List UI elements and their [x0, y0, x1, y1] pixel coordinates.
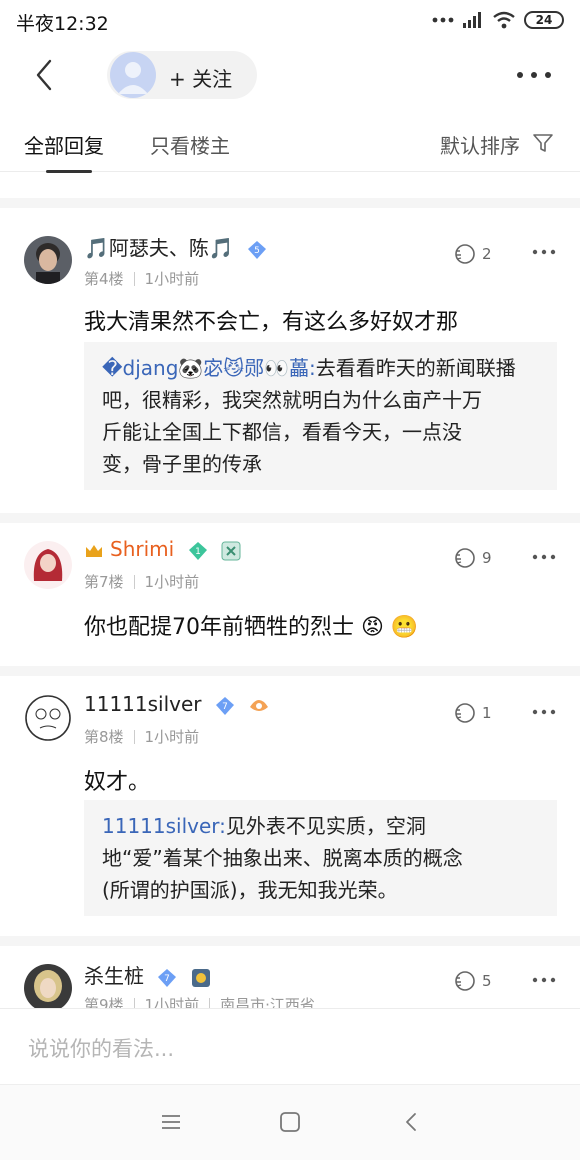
- home-icon[interactable]: [279, 1111, 301, 1133]
- like-count: 2: [482, 245, 492, 263]
- section-divider: [0, 666, 580, 676]
- post-time: 1小时前: [144, 996, 200, 1008]
- comment-item: Shrimi 1 第7楼 1小时前 9 你也配提70年前牺牲的烈士 😡 😬: [0, 523, 580, 666]
- floor-number: 第9楼: [84, 996, 124, 1008]
- crown-icon: [86, 544, 102, 557]
- floor-number: 第7楼: [84, 573, 124, 591]
- battery-icon: 24: [524, 11, 564, 29]
- like-count: 1: [482, 704, 492, 722]
- filter-icon[interactable]: [532, 132, 554, 154]
- status-time: 半夜12:32: [16, 13, 109, 35]
- svg-text:7: 7: [222, 702, 228, 712]
- comment-more-icon[interactable]: [532, 708, 556, 716]
- more-dots-status-icon: [432, 17, 454, 23]
- like-icon: [455, 244, 475, 264]
- level-badge-icon: 7: [215, 696, 234, 715]
- back-nav-icon[interactable]: [400, 1111, 422, 1133]
- section-divider: [0, 936, 580, 946]
- quoted-username[interactable]: 11111silver:: [102, 814, 226, 838]
- top-nav: + 关注: [0, 45, 580, 105]
- like-button[interactable]: 5: [452, 970, 492, 992]
- like-button[interactable]: 1: [452, 702, 492, 724]
- quoted-reply[interactable]: �djang🐼宓😼郧👀藟:去看看昨天的新闻联播 吧，很精彩，我突然就明白为什么亩…: [84, 342, 557, 490]
- like-count: 9: [482, 549, 492, 567]
- like-icon: [455, 971, 475, 991]
- like-button[interactable]: 2: [452, 243, 492, 265]
- tab-owner-only[interactable]: 只看楼主: [150, 130, 230, 159]
- post-time: 1小时前: [144, 728, 200, 746]
- comment-item: 11111silver 7 第8楼 1小时前 1 奴才。 11111silver:…: [0, 676, 580, 936]
- username[interactable]: 杀生桩 7: [84, 960, 211, 989]
- comment-item: 🎵阿瑟夫、陈🎵 5 第4楼 1小时前 2 我大清果然不会亡，有这么多好奴才那 �d…: [0, 208, 580, 513]
- svg-text:1: 1: [195, 547, 201, 557]
- level-badge-icon: 1: [188, 541, 207, 560]
- comment-more-icon[interactable]: [532, 553, 556, 561]
- svg-text:5: 5: [254, 246, 260, 256]
- user-avatar: [110, 52, 156, 98]
- floor-number: 第4楼: [84, 270, 124, 288]
- like-button[interactable]: 9: [452, 547, 492, 569]
- like-icon: [455, 703, 475, 723]
- post-time: 1小时前: [144, 270, 200, 288]
- comment-meta: 第9楼 1小时前 南昌市·江西省: [84, 994, 315, 1008]
- username[interactable]: Shrimi 1: [84, 537, 241, 561]
- comment-text: 你也配提70年前牺牲的烈士 😡 😬: [84, 615, 419, 640]
- quoted-reply[interactable]: 11111silver:见外表不见实质，空洞 地“爱”着某个抽象出来、脱离本质的…: [84, 800, 557, 916]
- username[interactable]: 🎵阿瑟夫、陈🎵 5: [84, 232, 268, 261]
- avatar[interactable]: [24, 236, 72, 284]
- comment-text: 我大清果然不会亡，有这么多好奴才那: [84, 310, 459, 335]
- section-divider: [0, 513, 580, 523]
- member-badge-icon: [250, 699, 269, 711]
- avatar[interactable]: [24, 964, 72, 1008]
- username[interactable]: 11111silver 7: [84, 692, 270, 716]
- comment-meta: 第4楼 1小时前: [84, 268, 199, 289]
- avatar[interactable]: [24, 694, 72, 742]
- member-badge-icon: [191, 968, 210, 987]
- status-bar: 半夜12:32 24: [0, 0, 580, 40]
- more-options-icon[interactable]: [514, 65, 554, 85]
- follow-chip[interactable]: + 关注: [107, 51, 257, 99]
- floor-number: 第8楼: [84, 728, 124, 746]
- like-icon: [455, 548, 475, 568]
- section-divider: [0, 198, 580, 208]
- reply-tabs: 全部回复 只看楼主 默认排序: [0, 110, 580, 173]
- quoted-username[interactable]: �djang🐼宓😼郧👀藟:: [102, 356, 316, 380]
- comment-input-bar: 说说你的看法...: [0, 1008, 580, 1084]
- comment-more-icon[interactable]: [532, 248, 556, 256]
- comment-item: 杀生桩 7 第9楼 1小时前 南昌市·江西省 5: [0, 946, 580, 1008]
- back-icon[interactable]: [28, 55, 64, 95]
- comment-meta: 第7楼 1小时前: [84, 571, 199, 592]
- sort-button[interactable]: 默认排序: [440, 130, 520, 159]
- post-location: 南昌市·江西省: [220, 996, 315, 1008]
- follow-label: + 关注: [169, 67, 233, 91]
- post-time: 1小时前: [144, 573, 200, 591]
- status-icons: 24: [432, 11, 564, 29]
- like-count: 5: [482, 972, 492, 990]
- menu-icon[interactable]: [160, 1111, 182, 1133]
- comment-input[interactable]: 说说你的看法...: [28, 1033, 174, 1063]
- comment-meta: 第8楼 1小时前: [84, 726, 199, 747]
- svg-text:7: 7: [164, 974, 170, 984]
- system-nav-bar: [0, 1084, 580, 1160]
- tab-all-replies[interactable]: 全部回复: [24, 130, 104, 159]
- avatar[interactable]: [24, 541, 72, 589]
- signal-icon: [463, 12, 481, 28]
- wifi-icon: [493, 11, 515, 29]
- member-badge-icon: [221, 541, 241, 560]
- level-badge-icon: 7: [158, 968, 177, 987]
- comment-text: 奴才。: [84, 770, 151, 795]
- comment-more-icon[interactable]: [532, 976, 556, 984]
- level-badge-icon: 5: [248, 240, 267, 259]
- tab-active-indicator: [46, 170, 92, 173]
